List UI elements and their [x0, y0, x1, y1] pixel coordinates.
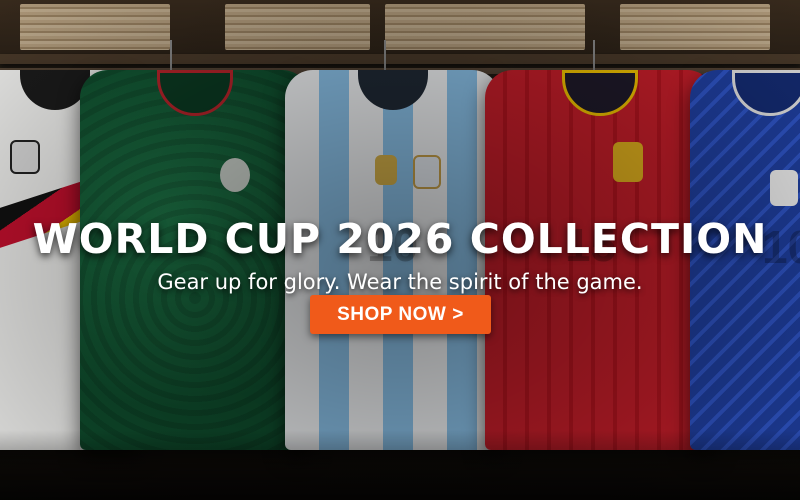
bottom-shade	[0, 430, 800, 500]
shop-now-button[interactable]: SHOP NOW >	[310, 295, 491, 334]
hero-banner[interactable]: 10 15 10 WORLD CUP 2026 COLLECTION Gear …	[0, 0, 800, 500]
shop-now-label: SHOP NOW	[337, 303, 447, 325]
banner-subheadline: Gear up for glory. Wear the spirit of th…	[157, 270, 643, 294]
chevron-right-icon: >	[452, 303, 464, 325]
banner-headline: WORLD CUP 2026 COLLECTION	[32, 215, 768, 264]
